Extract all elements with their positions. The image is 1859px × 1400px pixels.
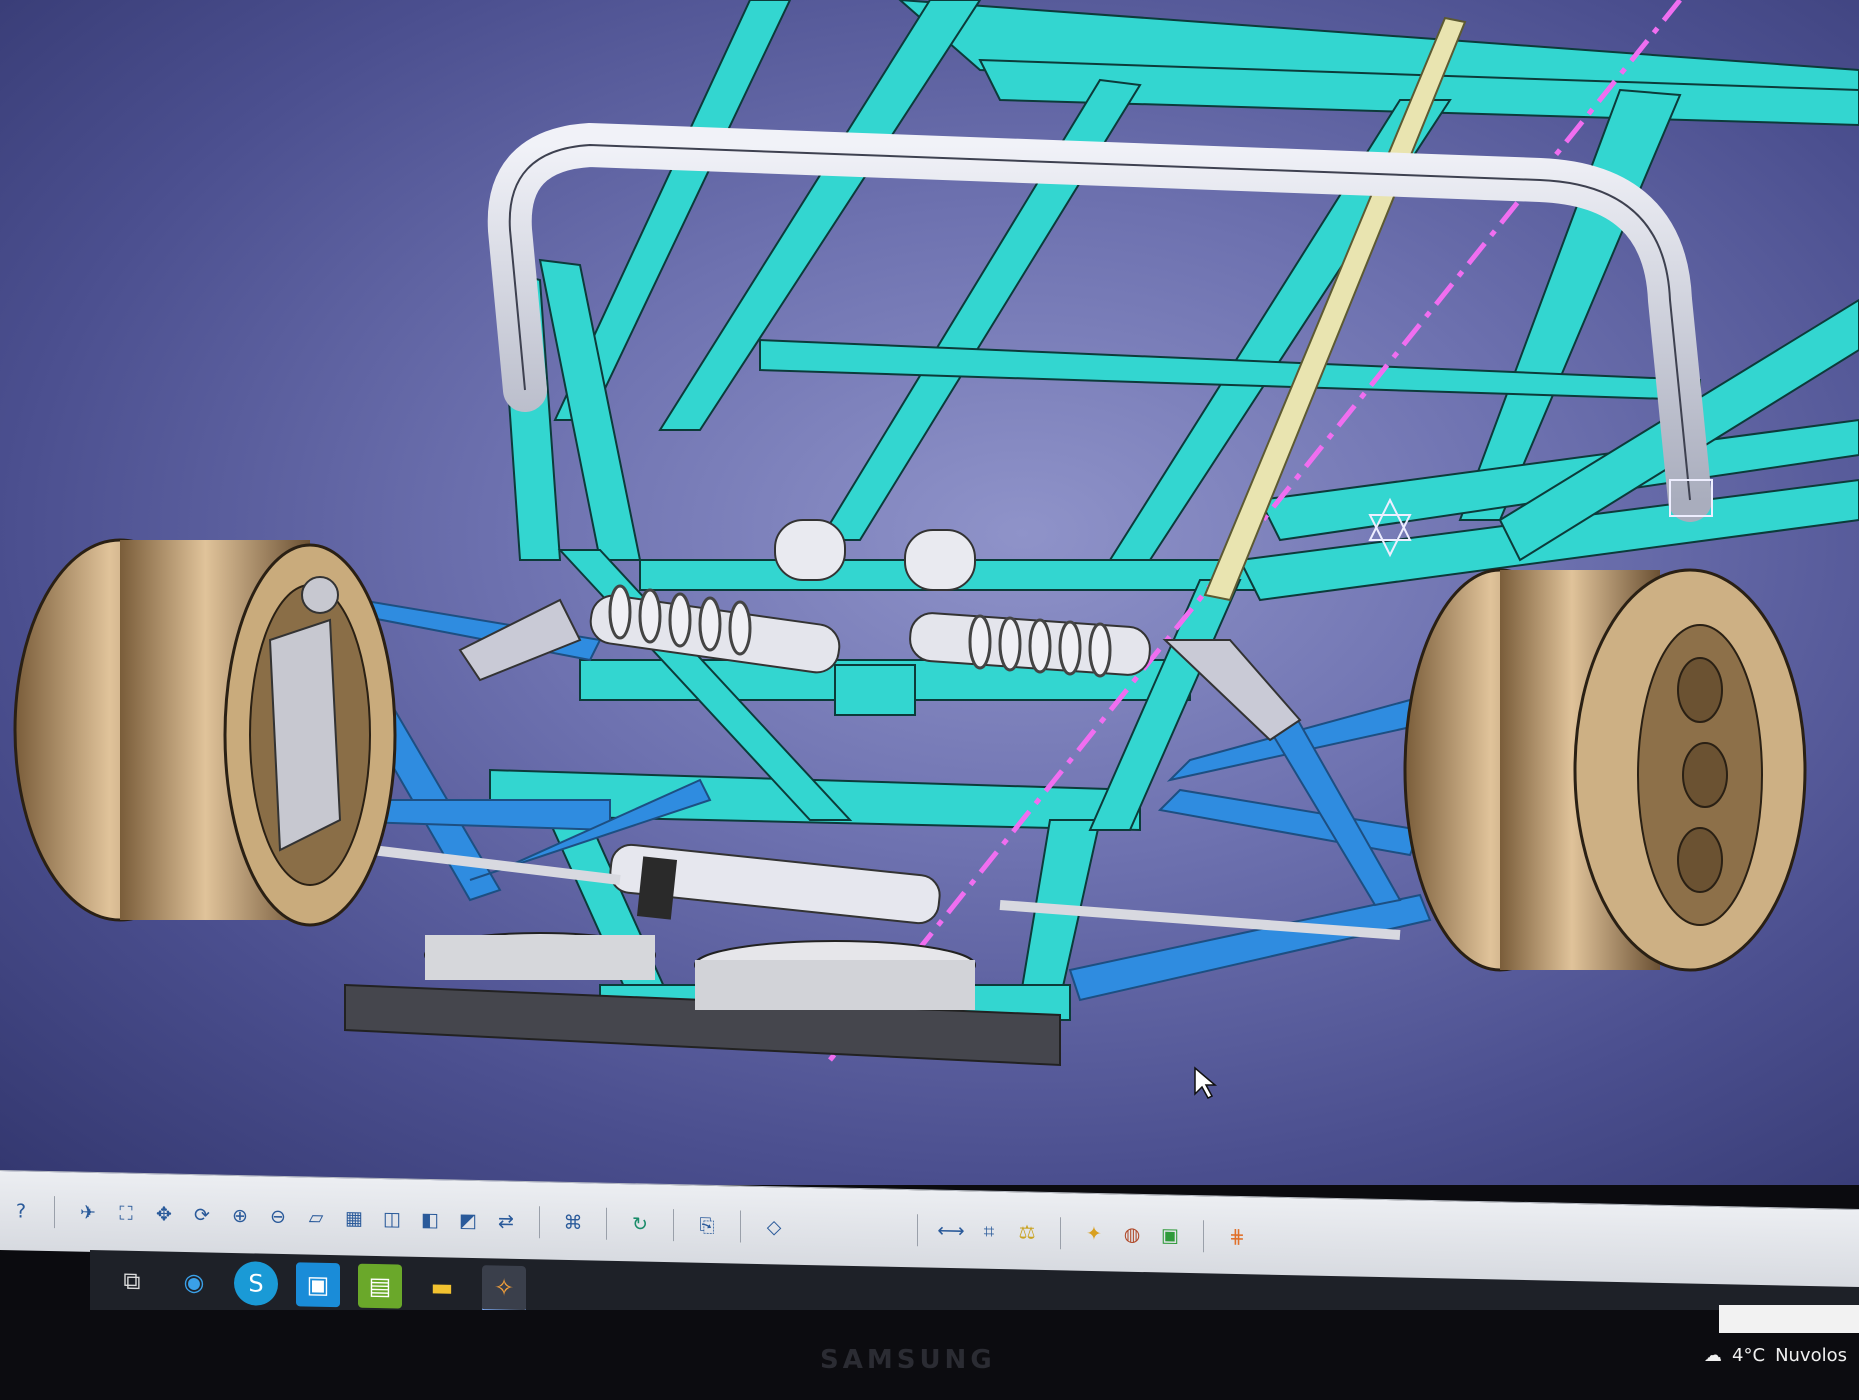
toolbar-separator <box>917 1213 918 1246</box>
pan-icon[interactable]: ✥ <box>149 1199 179 1230</box>
3d-viewport[interactable] <box>0 0 1859 1185</box>
snap-icon[interactable]: ⎘ <box>692 1210 722 1241</box>
capture-icon[interactable]: ⌘ <box>558 1207 588 1238</box>
store-icon[interactable]: ▣ <box>296 1262 340 1308</box>
swap-space-icon[interactable]: ⇄ <box>491 1206 521 1237</box>
cad-model-canvas[interactable] <box>0 0 1859 1185</box>
monitor-brand: SAMSUNG <box>820 1345 996 1375</box>
toolbar-separator <box>740 1210 741 1243</box>
sketch-icon[interactable]: ◇ <box>759 1211 789 1242</box>
mouse-cursor <box>1194 1066 1218 1099</box>
explorer-icon[interactable]: ▬ <box>420 1265 464 1310</box>
normal-view-icon[interactable]: ▱ <box>301 1202 331 1233</box>
refresh-icon[interactable]: ↻ <box>625 1209 655 1240</box>
status-field <box>1719 1305 1859 1333</box>
texture-icon[interactable]: ◍ <box>1117 1219 1147 1250</box>
rotate-icon[interactable]: ⟳ <box>187 1199 217 1230</box>
toolbar-separator <box>539 1205 540 1238</box>
zoom-out-icon[interactable]: ⊖ <box>263 1201 293 1232</box>
catia-icon[interactable]: ✧ <box>482 1264 526 1313</box>
system-tray: ☁ 4°C Nuvolos <box>1704 1330 1859 1380</box>
toolbar-separator <box>673 1208 674 1241</box>
hide-show-icon[interactable]: ◩ <box>453 1205 483 1236</box>
fit-all-icon[interactable]: ⛶ <box>111 1198 141 1229</box>
render-icon[interactable]: ✦ <box>1079 1218 1109 1249</box>
shading-icon[interactable]: ◧ <box>415 1204 445 1235</box>
toolbar-separator <box>606 1207 607 1240</box>
weather-temperature[interactable]: 4°C <box>1732 1345 1765 1366</box>
toolbar-separator <box>1203 1219 1204 1252</box>
weight-icon[interactable]: ⚖ <box>1012 1217 1042 1248</box>
fly-mode-icon[interactable]: ✈ <box>73 1197 103 1228</box>
task-view-icon[interactable]: ⧉ <box>110 1258 154 1303</box>
iso-view-icon[interactable]: ◫ <box>377 1203 407 1234</box>
grid-icon[interactable]: ⋕ <box>1222 1221 1252 1252</box>
weather-icon[interactable]: ☁ <box>1704 1345 1722 1366</box>
multi-view-icon[interactable]: ▦ <box>339 1203 369 1234</box>
weather-description[interactable]: Nuvolos <box>1775 1345 1847 1366</box>
wheel-front-right[interactable] <box>1403 568 1807 972</box>
edge-icon[interactable]: ◉ <box>172 1260 216 1305</box>
photos-icon[interactable]: ▤ <box>358 1263 402 1309</box>
toolbar-separator <box>54 1195 55 1228</box>
wheel-front-left[interactable] <box>13 538 397 927</box>
material-icon[interactable]: ▣ <box>1155 1220 1185 1251</box>
analysis-icon[interactable]: ⌗ <box>974 1216 1004 1247</box>
skype-icon[interactable]: S <box>234 1261 278 1306</box>
help-icon[interactable]: ? <box>6 1196 36 1227</box>
ground-blocks <box>344 932 1061 1067</box>
zoom-in-icon[interactable]: ⊕ <box>225 1200 255 1231</box>
measure-icon[interactable]: ⟷ <box>936 1215 966 1246</box>
toolbar-separator <box>1060 1216 1061 1249</box>
